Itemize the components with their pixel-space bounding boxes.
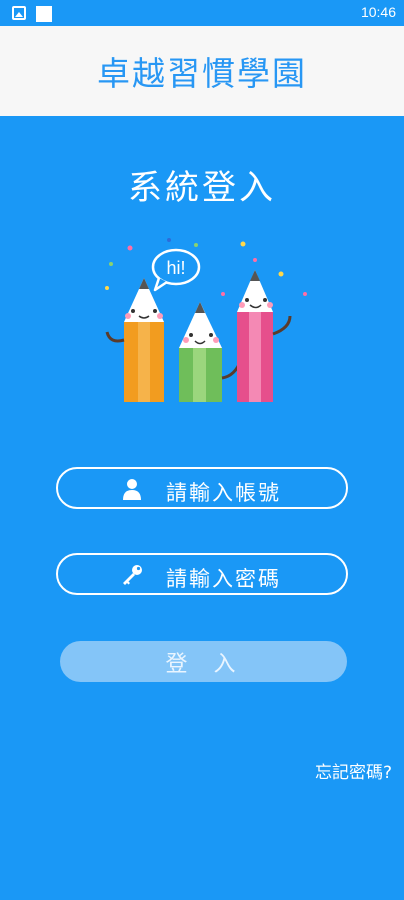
forgot-password-link[interactable]: 忘記密碼? bbox=[315, 758, 392, 783]
hi-bubble-text: hi! bbox=[166, 258, 185, 278]
login-button[interactable]: 登入 bbox=[60, 641, 347, 682]
notification-square-icon bbox=[36, 6, 52, 22]
image-icon bbox=[12, 6, 26, 20]
status-time: 10:46 bbox=[360, 4, 396, 20]
account-field[interactable]: 請輸入帳號 bbox=[56, 467, 348, 509]
password-placeholder: 請輸入密碼 bbox=[166, 567, 281, 591]
account-placeholder: 請輸入帳號 bbox=[166, 481, 281, 505]
app-header: 卓越習慣學園 bbox=[0, 26, 404, 116]
login-title: 系統登入 bbox=[128, 168, 276, 208]
key-icon bbox=[123, 565, 142, 585]
pencils-illustration: hi! bbox=[105, 238, 307, 402]
app-title: 卓越習慣學園 bbox=[97, 54, 307, 93]
password-field[interactable]: 請輸入密碼 bbox=[56, 553, 348, 595]
status-bar: 10:46 bbox=[0, 0, 404, 26]
user-icon bbox=[123, 479, 141, 500]
